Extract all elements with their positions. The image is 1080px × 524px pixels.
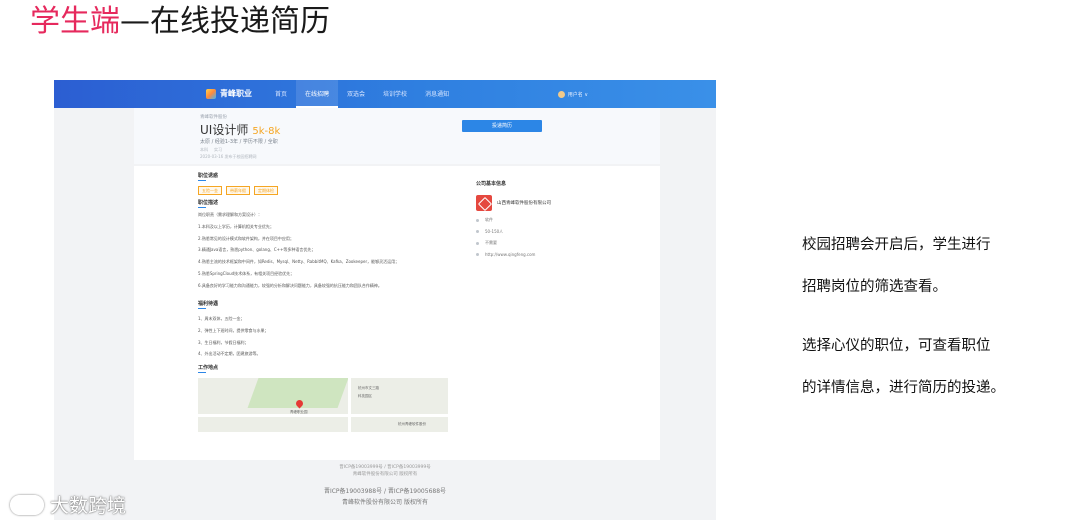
- company-head: 公司基本信息: [476, 181, 507, 187]
- company-info-text: 50-150人: [485, 228, 504, 234]
- job-tags: 本科 实习: [200, 147, 222, 153]
- apply-resume-button[interactable]: 投递简历: [462, 120, 542, 132]
- slide-title-rest: —在线投递简历: [120, 4, 330, 39]
- industry-icon: [476, 218, 479, 222]
- desc-list: 岗位职责（需求理解和方案设计）： 1.本科及以上学历，计算机相关专业优先； 2.…: [198, 212, 399, 295]
- company-info-text: http://www.qingfeng.com: [485, 251, 536, 257]
- top-nav: 青峰职业 首页 在线招聘 双选会 培训学校 消息通知 用户名 ∨: [54, 80, 716, 108]
- site-logo[interactable]: 青峰职业: [206, 88, 252, 99]
- people-icon: [476, 230, 479, 233]
- note-line: 的详情信息，进行简历的投递。: [802, 380, 1005, 396]
- logo-icon: [206, 88, 216, 99]
- welfare-title: 福利待遇: [198, 301, 219, 307]
- company-info-text: 不需要: [485, 240, 497, 245]
- nav-links: 首页 在线招聘 双选会 培训学校 消息通知: [266, 80, 458, 108]
- desc-title: 职位描述: [198, 200, 219, 206]
- finance-icon: [476, 241, 479, 245]
- job-date: 2020-03-16 发布于校园招聘网: [200, 154, 257, 159]
- slide: 学生端—在线投递简历 青峰职业 首页 在线招聘 双选会 培训学校 消息通知 用户…: [0, 0, 1080, 524]
- note-line: 选择心仪的职位，可查看职位: [802, 338, 991, 354]
- job-tag: 本科: [200, 147, 208, 152]
- map-road: [198, 414, 448, 417]
- user-name: 用户名 ∨: [567, 92, 588, 98]
- company-row[interactable]: 山西青峰软件股份有限公司: [476, 195, 626, 211]
- desc-line: 4.熟悉主流的技术框架和中间件，如Redis、Mysql、Netty、Rabbi…: [198, 259, 400, 265]
- nav-online-recruit[interactable]: 在线招聘: [296, 80, 339, 108]
- desc-line: 岗位职责（需求理解和方案设计）：: [198, 212, 262, 217]
- footer-line: 青峰软件股份有限公司 版权所有: [342, 499, 428, 506]
- user-menu[interactable]: 用户名 ∨: [557, 91, 588, 98]
- company-info-text: 软件: [485, 217, 493, 222]
- note-line: 招聘岗位的筛选查看。: [802, 279, 947, 295]
- company-info: 公司基本信息 山西青峰软件股份有限公司 软件 50-150人 不需要 http:…: [476, 180, 626, 262]
- footer-small: 晋ICP备19003999号 / 晋ICP备19003999号 青峰软件股份有限…: [54, 464, 716, 478]
- slide-title-highlight: 学生端: [30, 4, 120, 39]
- desc-line: 6.具备良好的学习能力和沟通能力，较强的分析和解决问题能力，具备较强的抗压能力和…: [198, 282, 382, 288]
- company-info-item: 软件: [476, 217, 626, 223]
- welfare-line: 4、外出活动不定期，团建旅游等。: [198, 351, 261, 357]
- watermark: 大数跨境: [10, 491, 126, 518]
- welfare-line: 3、生日福利，节假日福利；: [198, 339, 249, 345]
- desc-line: 2.熟悉常见的设计模式和软件架构，并在项目中应用；: [198, 235, 294, 241]
- map-label: 科技园区: [358, 394, 372, 398]
- company-info-item[interactable]: http://www.qingfeng.com: [476, 252, 626, 257]
- nav-training[interactable]: 培训学校: [374, 80, 416, 108]
- map-label: 青峰职业园: [290, 410, 308, 414]
- job-salary: 5k-8k: [252, 126, 281, 137]
- watermark-text: 大数跨境: [50, 495, 127, 517]
- tempt-tag: 五险一金: [198, 186, 222, 195]
- location-map[interactable]: 青峰职业园 杭州市文三路 科技园区 杭州青峰软件股份: [198, 378, 448, 432]
- company-info-item: 50-150人: [476, 229, 626, 235]
- company-info-list: 软件 50-150人 不需要 http://www.qingfeng.com: [476, 217, 626, 257]
- map-label: 杭州青峰软件股份: [398, 422, 426, 426]
- job-title-text: UI设计师: [200, 123, 249, 137]
- job-title: UI设计师 5k-8k: [200, 121, 280, 138]
- company-info-item: 不需要: [476, 240, 626, 246]
- footer-line: 晋ICP备19003988号 / 晋ICP备19005688号: [323, 488, 447, 495]
- nav-messages[interactable]: 消息通知: [416, 80, 458, 108]
- company-logo-icon: [476, 195, 492, 211]
- welfare-line: 2、弹性上下班时间，提供零食与水果；: [198, 327, 269, 333]
- job-header: 青峰软件股份 UI设计师 5k-8k 太原 / 经验1-3年 / 学历不限 / 全…: [134, 108, 660, 164]
- watermark-logo-icon: [10, 494, 44, 515]
- tempt-tag: 带薪年假: [226, 186, 250, 195]
- tempt-tag: 定期体检: [254, 186, 278, 195]
- slide-title: 学生端—在线投递简历: [30, 2, 330, 42]
- company-name: 山西青峰软件股份有限公司: [497, 201, 551, 206]
- job-tag: 实习: [214, 147, 222, 152]
- tempt-title: 职位诱惑: [198, 173, 219, 179]
- nav-fair[interactable]: 双选会: [338, 80, 374, 108]
- job-meta: 太原 / 经验1-3年 / 学历不限 / 全职: [200, 139, 278, 145]
- map-label: 杭州市文三路: [358, 386, 379, 390]
- desc-line: 3.精通Java语言，熟悉python、golang、C++等多种语言优先；: [198, 247, 316, 253]
- note-line: 校园招聘会开启后，学生进行: [802, 237, 991, 253]
- site-logo-text: 青峰职业: [220, 89, 252, 98]
- desc-line: 1.本科及以上学历，计算机相关专业优先；: [198, 223, 274, 229]
- website-screenshot: 青峰职业 首页 在线招聘 双选会 培训学校 消息通知 用户名 ∨ 青峰软件股份 …: [54, 80, 716, 520]
- nav-home[interactable]: 首页: [266, 80, 296, 108]
- job-detail: 职位诱惑 五险一金 带薪年假 定期体检 职位描述 岗位职责（需求理解和方案设计）…: [134, 166, 660, 460]
- desc-line: 5.熟悉SpringCloud技术体系，有相关项目经验优先；: [198, 270, 295, 276]
- footer-line: 晋ICP备19003999号 / 晋ICP备19003999号: [339, 465, 431, 470]
- tempt-tags: 五险一金 带薪年假 定期体检: [198, 186, 278, 195]
- link-icon: [476, 252, 479, 256]
- map-road: [348, 378, 351, 432]
- company-small: 青峰软件股份: [200, 115, 227, 120]
- avatar: [557, 91, 565, 98]
- footer-large: 晋ICP备19003988号 / 晋ICP备19005688号 青峰软件股份有限…: [54, 486, 716, 508]
- location-title: 工作地点: [198, 365, 219, 371]
- welfare-line: 1、周末双休，五险一金；: [198, 316, 245, 321]
- welfare-list: 1、周末双休，五险一金； 2、弹性上下班时间，提供零食与水果； 3、生日福利，节…: [198, 316, 269, 363]
- footer-line: 青峰软件股份有限公司 版权所有: [352, 472, 418, 477]
